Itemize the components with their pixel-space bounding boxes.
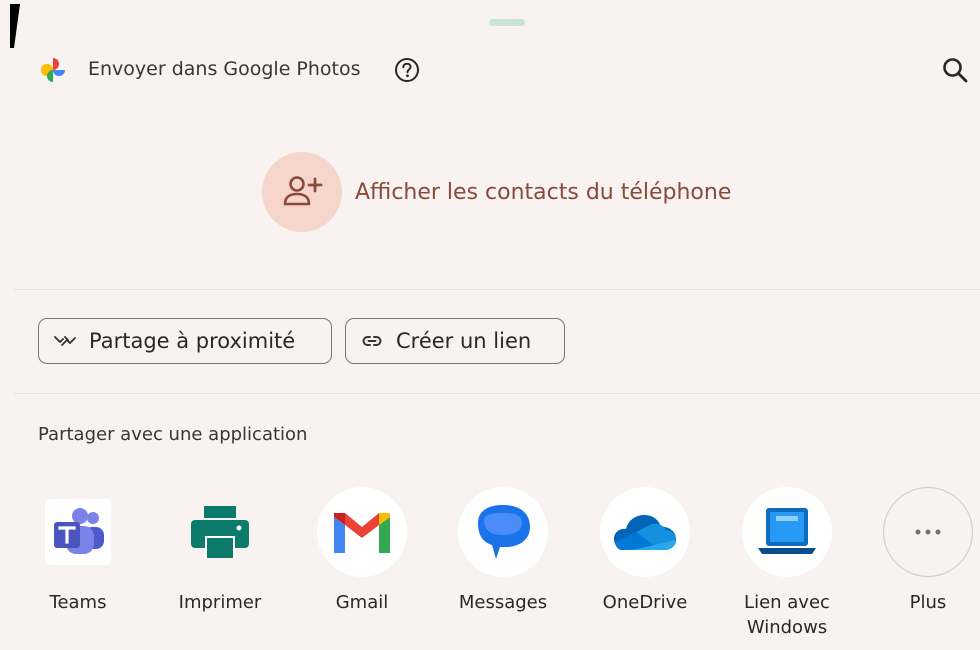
- app-label: Gmail: [335, 592, 389, 613]
- teams-icon: [45, 499, 111, 565]
- app-gmail[interactable]: Gmail: [302, 487, 422, 647]
- search-icon[interactable]: [940, 55, 970, 85]
- app-link-to-windows[interactable]: Lien avec Windows: [727, 487, 847, 647]
- app-more[interactable]: Plus: [868, 487, 980, 647]
- app-print[interactable]: Imprimer: [160, 487, 280, 647]
- drag-handle[interactable]: [489, 19, 525, 26]
- more-icon-wrap: [883, 487, 973, 577]
- show-contacts-label: Afficher les contacts du téléphone: [355, 179, 732, 205]
- link-to-windows-icon: [758, 508, 816, 554]
- share-sheet: Envoyer dans Google Photos Afficher les …: [0, 0, 980, 650]
- create-link-label: Créer un lien: [396, 329, 532, 353]
- app-label: Messages: [458, 592, 548, 613]
- more-horizontal-icon: [915, 529, 941, 535]
- messages-icon: [478, 505, 530, 559]
- corner-artifact: [10, 4, 20, 48]
- messages-icon-wrap: [458, 487, 548, 577]
- app-label: Teams: [49, 592, 107, 613]
- app-label: Imprimer: [178, 592, 262, 613]
- printer-icon: [191, 506, 249, 558]
- help-circle-icon[interactable]: [393, 56, 421, 84]
- onedrive-icon: [614, 515, 676, 550]
- link-icon: [362, 336, 382, 346]
- app-label: Plus: [909, 592, 947, 613]
- divider: [14, 289, 980, 290]
- show-contacts-button[interactable]: Afficher les contacts du téléphone: [262, 152, 731, 232]
- sheet-title: Envoyer dans Google Photos: [88, 58, 361, 80]
- nearby-share-chip[interactable]: Partage à proximité: [38, 318, 332, 364]
- create-link-chip[interactable]: Créer un lien: [345, 318, 565, 364]
- app-messages[interactable]: Messages: [443, 487, 563, 647]
- app-teams[interactable]: Teams: [18, 487, 138, 647]
- app-label: Lien avec Windows: [744, 592, 830, 638]
- gmail-icon-wrap: [317, 487, 407, 577]
- share-sheet-header: Envoyer dans Google Photos: [0, 50, 980, 90]
- share-with-app-heading: Partager avec une application: [38, 424, 308, 445]
- google-photos-pinwheel-icon: [41, 58, 65, 82]
- divider: [14, 393, 980, 394]
- onedrive-icon-wrap: [600, 487, 690, 577]
- app-onedrive[interactable]: OneDrive: [585, 487, 705, 647]
- gmail-icon: [334, 513, 390, 553]
- link-to-windows-icon-wrap: [742, 487, 832, 577]
- nearby-share-icon: [54, 336, 76, 346]
- person-add-icon: [283, 176, 323, 206]
- printer-icon-wrap: [175, 487, 265, 577]
- teams-icon-wrap: [33, 487, 123, 577]
- nearby-share-label: Partage à proximité: [89, 329, 296, 353]
- contacts-icon-circle: [262, 152, 342, 232]
- app-label: OneDrive: [602, 592, 688, 613]
